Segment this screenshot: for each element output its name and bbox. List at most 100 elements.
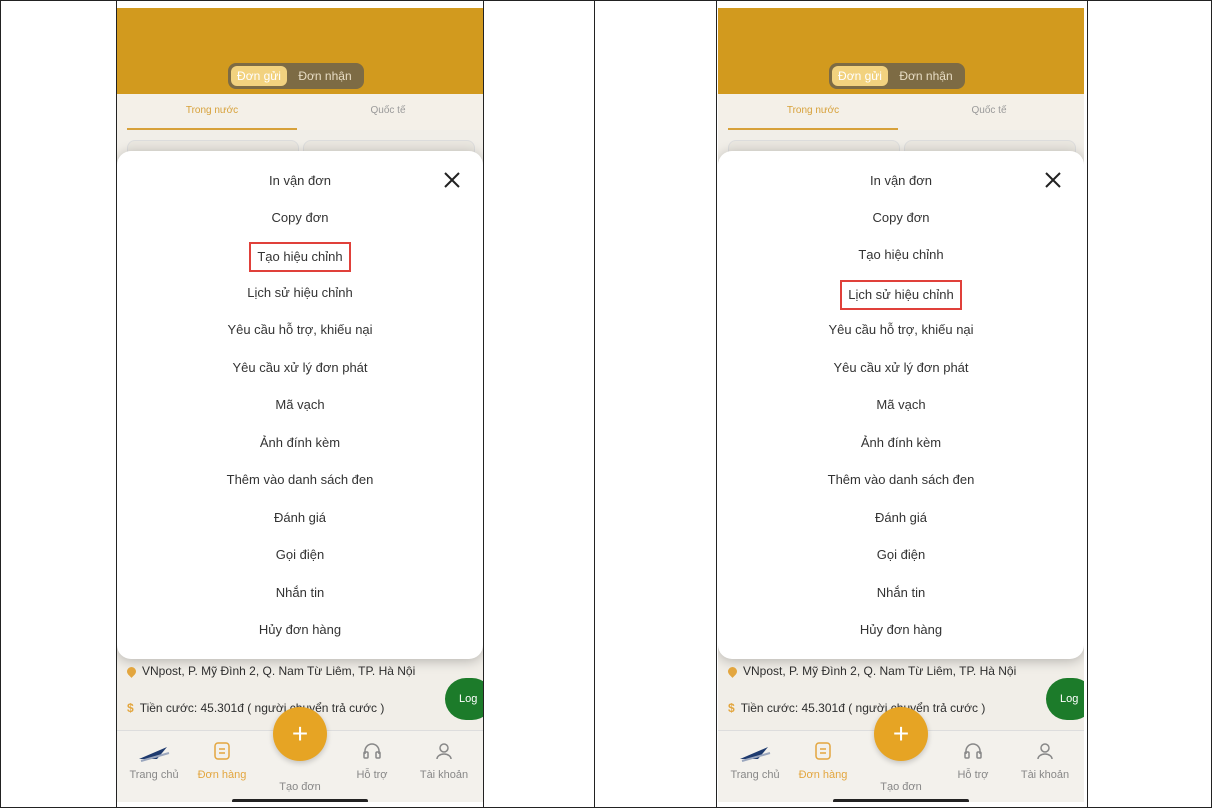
dollar-icon: $ [728,701,735,715]
menu-item-blacklist[interactable]: Thêm vào danh sách đen [718,467,1084,493]
menu-item-support-complaint[interactable]: Yêu cầu hỗ trợ, khiếu nại [718,317,1084,343]
menu-item-blacklist[interactable]: Thêm vào danh sách đen [117,467,483,493]
tab-domestic[interactable]: Trong nước [728,94,898,130]
order-type-toggle: Đơn gửi Đơn nhận [228,63,364,89]
menu-item-label: Ảnh đính kèm [860,435,942,450]
tab-international[interactable]: Quốc tế [904,94,1074,128]
menu-item-create-adjustment[interactable]: Tạo hiệu chỉnh [117,242,483,272]
menu-item-support-complaint[interactable]: Yêu cầu hỗ trợ, khiếu nại [117,317,483,343]
order-address: VNpost, P. Mỹ Đình 2, Q. Nam Từ Liêm, TP… [726,664,1017,679]
menu-item-label: Yêu cầu xử lý đơn phát [232,360,368,375]
menu-item-label: Mã vạch [876,397,926,412]
menu-item-barcode[interactable]: Mã vạch [718,392,1084,418]
scope-tabs: Trong nước Quốc tế [117,94,483,130]
bottom-nav: Trang chủ Đơn hàng + Tạo đơn Hỗ trợ Tài … [117,707,483,802]
menu-item-delivery-request[interactable]: Yêu cầu xử lý đơn phát [718,355,1084,381]
menu-item-attached-photos[interactable]: Ảnh đính kèm [718,430,1084,456]
menu-item-message[interactable]: Nhắn tin [718,580,1084,606]
address-text: VNpost, P. Mỹ Đình 2, Q. Nam Từ Liêm, TP… [142,664,416,678]
fee-text: Tiền cước: 45.301đ ( người chuyển trả cư… [740,701,986,715]
menu-item-label: Tạo hiệu chỉnh [249,242,351,272]
menu-item-copy-order[interactable]: Copy đơn [718,205,1084,231]
menu-item-call[interactable]: Gọi điện [718,542,1084,568]
menu-item-copy-order[interactable]: Copy đơn [117,205,483,231]
location-pin-icon [726,665,739,679]
menu-item-label: Ảnh đính kèm [259,435,341,450]
menu-item-create-adjustment[interactable]: Tạo hiệu chỉnh [718,242,1084,268]
home-logo-icon [119,741,189,769]
home-indicator [232,799,368,802]
menu-item-message[interactable]: Nhắn tin [117,580,483,606]
orders-icon [788,741,858,769]
menu-item-label: Nhắn tin [876,585,926,600]
menu-item-rate[interactable]: Đánh giá [117,505,483,531]
plus-icon: + [291,718,309,749]
user-icon [1010,741,1080,769]
nav-orders[interactable]: Đơn hàng [187,741,257,781]
home-logo-icon [720,741,790,769]
plus-icon: + [892,718,910,749]
menu-item-delivery-request[interactable]: Yêu cầu xử lý đơn phát [117,355,483,381]
menu-item-label: Đánh giá [874,510,928,525]
nav-home-label: Trang chủ [730,769,780,781]
order-type-toggle: Đơn gửi Đơn nhận [829,63,965,89]
nav-create-order-label: Tạo đơn [880,781,922,793]
menu-item-label: Yêu cầu xử lý đơn phát [833,360,969,375]
menu-item-label: Yêu cầu hỗ trợ, khiếu nại [828,322,974,337]
order-fee: $ Tiền cước: 45.301đ ( người chuyển trả c… [728,701,985,715]
create-order-fab[interactable]: + [874,707,928,761]
nav-orders[interactable]: Đơn hàng [788,741,858,781]
log-button[interactable]: Log [1046,678,1084,720]
menu-item-attached-photos[interactable]: Ảnh đính kèm [117,430,483,456]
tab-domestic[interactable]: Trong nước [127,94,297,130]
menu-item-print-waybill[interactable]: In vận đơn [718,168,1084,194]
table-top-border [0,0,1212,1]
menu-item-label: In vận đơn [869,173,932,188]
menu-item-label: In vận đơn [268,173,331,188]
toggle-received-orders[interactable]: Đơn nhận [290,66,360,86]
bottom-nav: Trang chủ Đơn hàng + Tạo đơn Hỗ trợ Tài … [718,707,1084,802]
location-pin-icon [125,665,138,679]
nav-orders-label: Đơn hàng [197,769,247,781]
log-button[interactable]: Log [445,678,483,720]
home-indicator [833,799,969,802]
menu-item-call[interactable]: Gọi điện [117,542,483,568]
nav-account-label: Tài khoản [1020,769,1070,781]
nav-account[interactable]: Tài khoản [1010,741,1080,781]
menu-item-cancel-order[interactable]: Hủy đơn hàng [718,617,1084,643]
nav-home-label: Trang chủ [129,769,179,781]
menu-item-label: Hủy đơn hàng [859,622,943,637]
menu-item-barcode[interactable]: Mã vạch [117,392,483,418]
menu-item-cancel-order[interactable]: Hủy đơn hàng [117,617,483,643]
dollar-icon: $ [127,701,134,715]
menu-item-adjustment-history[interactable]: Lịch sử hiệu chỉnh [718,280,1084,310]
toggle-received-orders[interactable]: Đơn nhận [891,66,961,86]
nav-support[interactable]: Hỗ trợ [337,741,407,781]
phone-screenshot-2: Đơn gửi Đơn nhận Trong nước Quốc tế In v… [718,8,1084,802]
fee-text: Tiền cước: 45.301đ ( người chuyển trả cư… [139,701,385,715]
table-col-line-3 [483,0,484,808]
nav-home[interactable]: Trang chủ [720,741,790,781]
toggle-sent-orders[interactable]: Đơn gửi [231,66,287,86]
nav-support-label: Hỗ trợ [957,769,989,781]
action-sheet: In vận đơn Copy đơn Tạo hiệu chỉnh Lịch … [718,151,1084,659]
nav-home[interactable]: Trang chủ [119,741,189,781]
menu-item-label: Yêu cầu hỗ trợ, khiếu nại [227,322,373,337]
nav-support-label: Hỗ trợ [356,769,388,781]
tab-international[interactable]: Quốc tế [303,94,473,128]
headset-icon [938,741,1008,769]
menu-item-label: Thêm vào danh sách đen [827,472,975,487]
order-address: VNpost, P. Mỹ Đình 2, Q. Nam Từ Liêm, TP… [125,664,416,679]
menu-item-print-waybill[interactable]: In vận đơn [117,168,483,194]
menu-item-label: Lịch sử hiệu chỉnh [247,285,353,300]
menu-item-label: Gọi điện [876,547,926,562]
toggle-sent-orders[interactable]: Đơn gửi [832,66,888,86]
address-text: VNpost, P. Mỹ Đình 2, Q. Nam Từ Liêm, TP… [743,664,1017,678]
menu-item-rate[interactable]: Đánh giá [718,505,1084,531]
create-order-fab[interactable]: + [273,707,327,761]
menu-item-label: Tạo hiệu chỉnh [858,247,944,262]
orders-icon [187,741,257,769]
menu-item-adjustment-history[interactable]: Lịch sử hiệu chỉnh [117,280,483,306]
nav-support[interactable]: Hỗ trợ [938,741,1008,781]
nav-account[interactable]: Tài khoản [409,741,479,781]
